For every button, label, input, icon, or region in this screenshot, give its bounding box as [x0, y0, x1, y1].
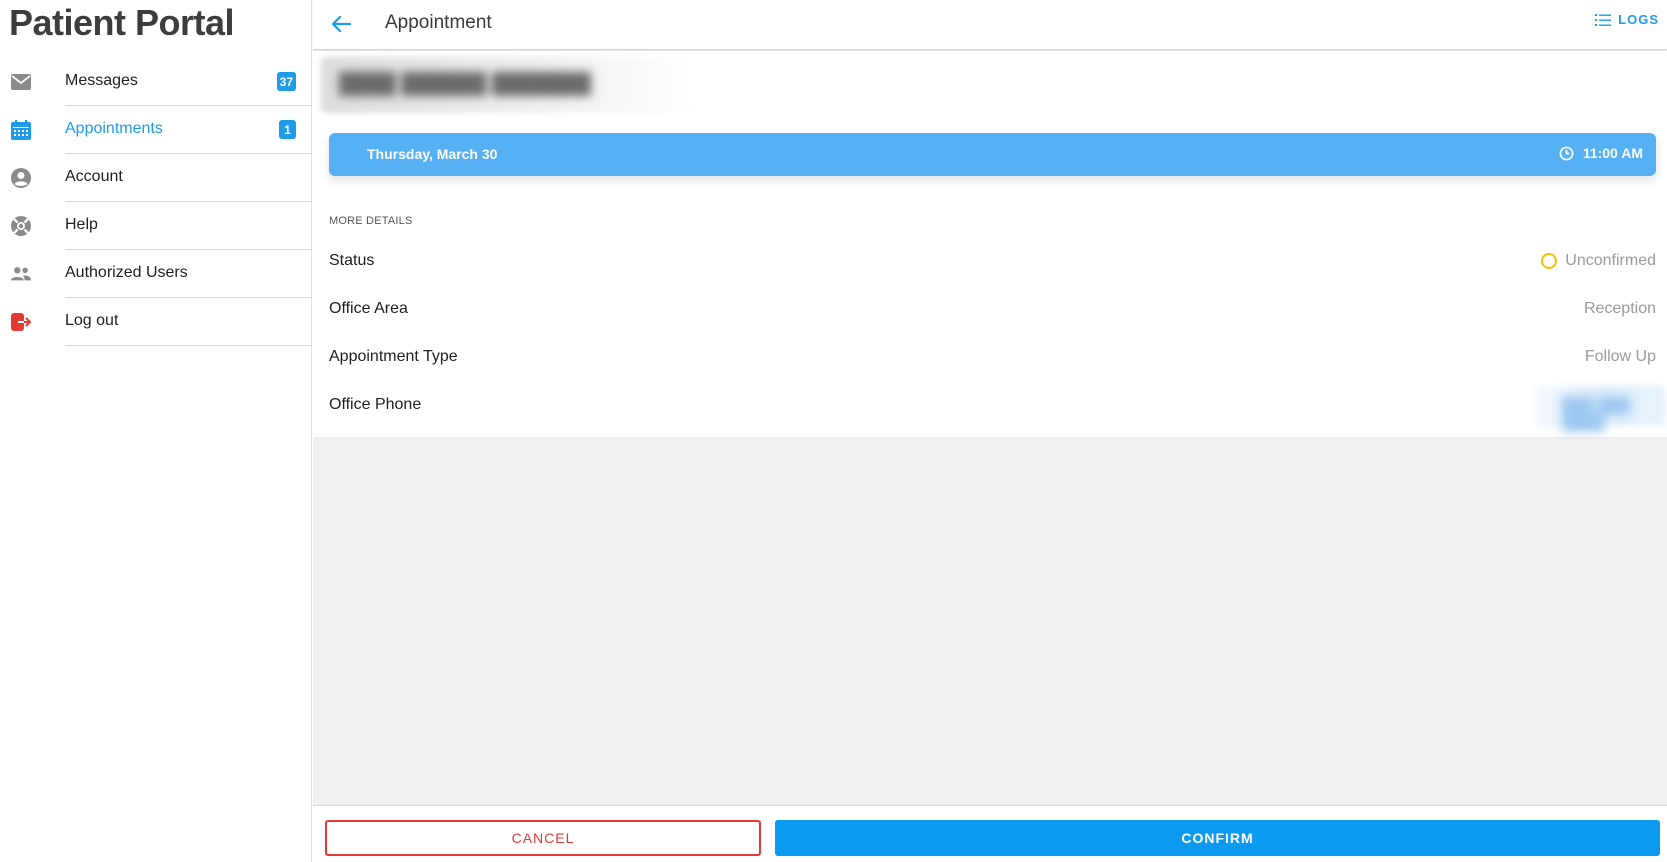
- main-panel: Appointment LOGS ████ ██████ ███████ Thu…: [313, 0, 1667, 862]
- detail-label: Office Area: [329, 300, 408, 317]
- sidebar-item-label: Help: [65, 216, 98, 233]
- appointment-date-bar: Thursday, March 30 11:00 AM: [329, 133, 1656, 176]
- envelope-icon: [10, 71, 32, 93]
- sidebar-item-messages[interactable]: Messages 37: [0, 58, 312, 106]
- sidebar-item-appointments[interactable]: Appointments 1: [0, 106, 312, 154]
- detail-row-office-phone: Office Phone ███ ███ ████: [329, 386, 1666, 431]
- logs-label: LOGS: [1618, 12, 1659, 27]
- appointment-date: Thursday, March 30: [367, 146, 498, 162]
- sidebar-item-help[interactable]: Help: [0, 202, 312, 250]
- people-icon: [10, 263, 32, 285]
- redacted-office-phone[interactable]: ███ ███ ████: [1536, 386, 1666, 431]
- sidebar-item-label: Messages: [65, 72, 138, 89]
- detail-row-office-area: Office Area Reception: [329, 300, 1656, 324]
- sidebar-item-logout[interactable]: Log out: [0, 298, 312, 346]
- list-icon: [1595, 13, 1612, 26]
- detail-label: Status: [329, 252, 375, 269]
- person-circle-icon: [10, 167, 32, 189]
- sidebar-item-label: Log out: [65, 312, 119, 329]
- sidebar-item-authorized-users[interactable]: Authorized Users: [0, 250, 312, 298]
- back-button[interactable]: [327, 10, 355, 38]
- detail-value: Follow Up: [1584, 348, 1656, 365]
- arrow-left-icon: [331, 15, 351, 33]
- status-value: Unconfirmed: [1541, 252, 1656, 270]
- sidebar-item-label: Appointments: [65, 120, 163, 137]
- clock-icon: [1559, 146, 1574, 160]
- detail-row-status: Status Unconfirmed: [329, 252, 1656, 276]
- sidebar-nav: Messages 37 Appointments 1 Account Help …: [0, 58, 312, 346]
- app-root: Patient Portal Messages 37 Appointments …: [0, 0, 1667, 862]
- appointment-details: ████ ██████ ███████ Thursday, March 30 1…: [313, 51, 1667, 437]
- sidebar: Patient Portal Messages 37 Appointments …: [0, 0, 312, 862]
- appointment-time: 11:00 AM: [1582, 145, 1643, 161]
- app-title: Patient Portal: [9, 2, 235, 43]
- logout-icon: [10, 311, 32, 333]
- detail-row-appointment-type: Appointment Type Follow Up: [329, 348, 1656, 372]
- detail-label: Appointment Type: [329, 348, 458, 365]
- cancel-button[interactable]: CANCEL: [325, 820, 761, 856]
- detail-label: Office Phone: [329, 396, 422, 413]
- pending-status-icon: [1541, 253, 1558, 269]
- sidebar-item-account[interactable]: Account: [0, 154, 312, 202]
- section-label: MORE DETAILS: [329, 215, 413, 227]
- action-footer: CANCEL CONFIRM: [313, 805, 1667, 862]
- status-text: Unconfirmed: [1565, 252, 1656, 269]
- top-bar: Appointment LOGS: [313, 0, 1667, 50]
- sidebar-item-label: Account: [65, 168, 123, 185]
- logs-button[interactable]: LOGS: [1595, 12, 1659, 27]
- appointment-time-group: 11:00 AM: [1559, 145, 1643, 161]
- unread-count-badge: 37: [276, 72, 296, 91]
- calendar-icon: [10, 119, 32, 141]
- confirm-button[interactable]: CONFIRM: [775, 820, 1660, 856]
- redacted-provider-name: ████ ██████ ███████: [321, 57, 696, 113]
- lifebuoy-icon: [10, 215, 32, 237]
- page-title: Appointment: [385, 12, 492, 33]
- appointments-count-badge: 1: [279, 120, 296, 139]
- detail-value: Reception: [1583, 300, 1656, 317]
- sidebar-item-label: Authorized Users: [65, 264, 188, 281]
- divider: [65, 345, 312, 346]
